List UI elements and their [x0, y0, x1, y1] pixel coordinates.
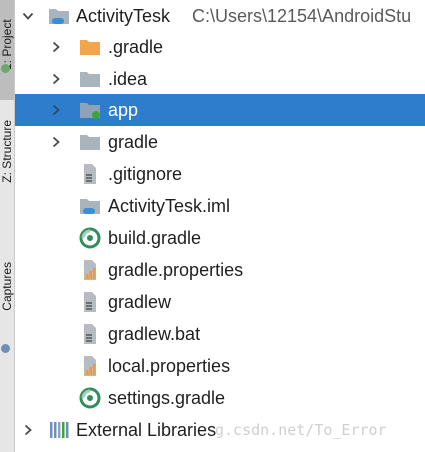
project-tool-window: 1: Project Z: Structure Captures Activit… [0, 0, 425, 452]
tree-label: local.properties [108, 356, 231, 376]
iml-file-icon [79, 195, 101, 217]
side-tool-strip: 1: Project Z: Structure Captures [0, 0, 15, 452]
tree-row-build-gradle[interactable]: build.gradle [15, 222, 425, 254]
chevron-right-icon[interactable] [49, 40, 63, 54]
text-file-icon [79, 323, 101, 345]
tree-label: settings.gradle [108, 388, 226, 408]
tree-row-gradle-properties[interactable]: gradle.properties [15, 254, 425, 286]
tree-row-iml[interactable]: ActivityTesk.iml [15, 190, 425, 222]
tree-row-gitignore[interactable]: .gitignore [15, 158, 425, 190]
tree-root-path: C:\Users\12154\AndroidStu [192, 6, 412, 26]
folder-icon [79, 36, 101, 58]
folder-icon [79, 131, 101, 153]
tree-row-root[interactable]: ActivityTesk C:\Users\12154\AndroidStu [15, 0, 425, 32]
tree-label: gradle.properties [108, 260, 244, 280]
captures-tab-icon [1, 344, 10, 353]
chevron-right-icon[interactable] [49, 103, 63, 117]
tree-label: .gradle [108, 37, 164, 57]
tree-row-gradle[interactable]: gradle [15, 126, 425, 158]
watermark-text: g.csdn.net/To_Error [215, 421, 387, 439]
captures-tab-label: Captures [0, 262, 14, 311]
captures-tab[interactable]: Captures [0, 262, 14, 362]
library-icon [48, 419, 70, 441]
chevron-right-icon[interactable] [49, 72, 63, 86]
tree-label: ActivityTesk.iml [108, 196, 231, 216]
tree-row-app[interactable]: app [15, 94, 425, 126]
chevron-down-icon[interactable] [21, 9, 35, 23]
properties-file-icon [79, 355, 101, 377]
properties-file-icon [79, 259, 101, 281]
text-file-icon [79, 163, 101, 185]
text-file-icon [79, 291, 101, 313]
tree-label: .idea [108, 69, 148, 89]
tree-row-local-properties[interactable]: local.properties [15, 350, 425, 382]
tree-label: gradlew [108, 292, 172, 312]
project-tab-icon [1, 64, 10, 73]
chevron-right-icon[interactable] [49, 135, 63, 149]
tree-label: build.gradle [108, 228, 202, 248]
tree-label: app [108, 100, 139, 120]
tree-row-idea[interactable]: .idea [15, 63, 425, 95]
gradle-file-icon [79, 227, 101, 249]
module-folder-icon [48, 5, 70, 27]
tree-row-gradlew-bat[interactable]: gradlew.bat [15, 318, 425, 350]
tree-label: gradle [108, 132, 159, 152]
gradle-file-icon [79, 387, 101, 409]
project-tab[interactable]: 1: Project [0, 0, 14, 100]
tree-label: gradlew.bat [108, 324, 201, 344]
tree-row-settings-gradle[interactable]: settings.gradle [15, 382, 425, 414]
project-tree: ActivityTesk C:\Users\12154\AndroidStu .… [15, 0, 425, 452]
structure-tab-label: Z: Structure [0, 120, 14, 183]
tree-label: .gitignore [108, 164, 183, 184]
tree-row-gradle-hidden[interactable]: .gradle [15, 31, 425, 63]
project-tab-label: 1: Project [0, 19, 14, 70]
folder-icon [79, 68, 101, 90]
tree-row-gradlew[interactable]: gradlew [15, 286, 425, 318]
tree-label-root: ActivityTesk [76, 6, 171, 26]
tree-label: External Libraries [76, 420, 217, 440]
chevron-right-icon[interactable] [21, 423, 35, 437]
module-folder-icon [79, 99, 101, 121]
structure-tab[interactable]: Z: Structure [0, 120, 14, 230]
